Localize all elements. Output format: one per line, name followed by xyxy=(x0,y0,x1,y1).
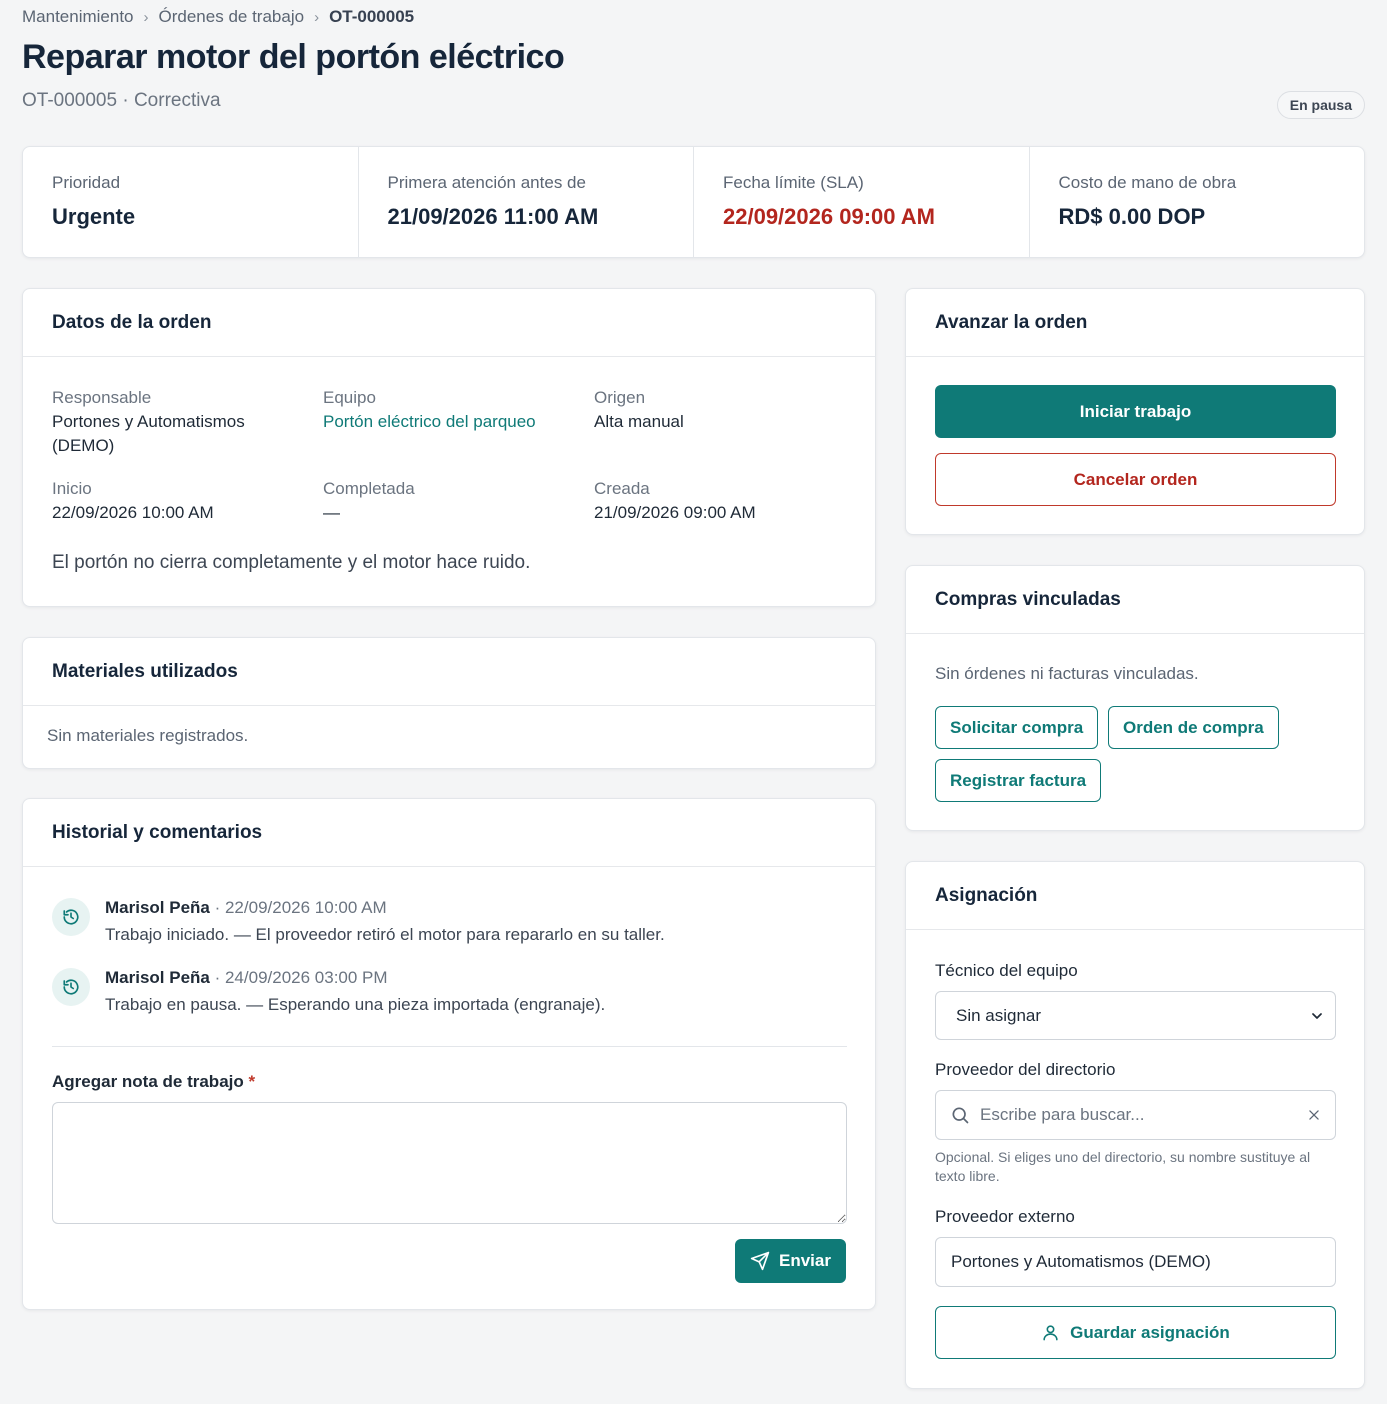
card-title: Avanzar la orden xyxy=(906,289,1364,357)
divider xyxy=(52,1046,847,1047)
proveedor-ext-label: Proveedor externo xyxy=(935,1207,1075,1226)
entry-date: · 22/09/2026 10:00 AM xyxy=(209,898,387,917)
field-label: Origen xyxy=(594,388,646,407)
linked-purchases-card: Compras vinculadas Sin órdenes ni factur… xyxy=(905,565,1365,831)
entry-author: Marisol Peña xyxy=(105,968,210,987)
stat-costo: Costo de mano de obra RD$ 0.00 DOP xyxy=(1030,147,1365,257)
request-purchase-button[interactable]: Solicitar compra xyxy=(935,706,1099,749)
order-description: El portón no cierra completamente y el m… xyxy=(52,552,531,573)
proveedor-dir-label: Proveedor del directorio xyxy=(935,1060,1116,1079)
field-origen: Origen Alta manual xyxy=(594,386,684,434)
order-details-card: Datos de la orden Responsable Portones y… xyxy=(22,288,876,607)
empty-state: Sin órdenes ni facturas vinculadas. xyxy=(935,664,1199,683)
field-value: (DEMO) xyxy=(52,436,115,455)
field-responsable: Responsable Portones y Automatismos (DEM… xyxy=(52,386,245,458)
chevron-right-icon: › xyxy=(314,8,320,26)
field-label: Completada xyxy=(323,479,415,498)
field-value: Portones y Automatismos xyxy=(52,412,245,431)
purchase-order-button[interactable]: Orden de compra xyxy=(1108,706,1279,749)
assignment-card: Asignación Técnico del equipo Sin asigna… xyxy=(905,861,1365,1389)
history-entry: Marisol Peña · 22/09/2026 10:00 AM Traba… xyxy=(52,896,832,948)
breadcrumb: Mantenimiento › Órdenes de trabajo › OT-… xyxy=(22,6,414,28)
chevron-down-icon xyxy=(1312,1012,1322,1019)
field-label: Equipo xyxy=(323,388,376,407)
card-title: Datos de la orden xyxy=(23,289,875,357)
status-badge: En pausa xyxy=(1276,91,1365,119)
page-title: Reparar motor del portón eléctrico xyxy=(22,38,565,76)
entry-text: Trabajo iniciado. — El proveedor retiró … xyxy=(105,925,665,944)
send-label: Enviar xyxy=(779,1251,831,1270)
advance-order-card: Avanzar la orden Iniciar trabajo Cancela… xyxy=(905,288,1365,535)
field-value: 21/09/2026 09:00 AM xyxy=(594,503,756,522)
tecnico-select[interactable]: Sin asignar xyxy=(935,991,1336,1040)
entry-date: · 24/09/2026 03:00 PM xyxy=(209,968,388,987)
field-label: Creada xyxy=(594,479,650,498)
empty-state: Sin materiales registrados. xyxy=(47,726,249,745)
search-input[interactable] xyxy=(980,1105,1297,1125)
note-label: Agregar nota de trabajo * xyxy=(52,1072,255,1092)
field-completada: Completada — xyxy=(323,477,415,525)
save-assignment-button[interactable]: Guardar asignación xyxy=(935,1306,1336,1359)
field-value: 22/09/2026 10:00 AM xyxy=(52,503,214,522)
field-creada: Creada 21/09/2026 09:00 AM xyxy=(594,477,756,525)
page-subtitle: OT-000005 · Correctiva xyxy=(22,90,221,111)
entry-author: Marisol Peña xyxy=(105,898,210,917)
history-icon xyxy=(52,968,90,1006)
field-equipo: Equipo Portón eléctrico del parqueo xyxy=(323,386,536,434)
field-label: Inicio xyxy=(52,479,92,498)
stat-label: Primera atención antes de xyxy=(387,173,586,192)
helper-text: Opcional. Si eliges uno del directorio, … xyxy=(935,1149,1311,1184)
card-title: Historial y comentarios xyxy=(23,799,875,867)
equipo-link[interactable]: Portón eléctrico del parqueo xyxy=(323,410,536,434)
select-value: Sin asignar xyxy=(956,1005,1042,1025)
start-work-button[interactable]: Iniciar trabajo xyxy=(935,385,1336,438)
field-value: Alta manual xyxy=(594,412,684,431)
card-title: Compras vinculadas xyxy=(906,566,1364,634)
history-icon xyxy=(52,898,90,936)
stat-prioridad: Prioridad Urgente xyxy=(23,147,359,257)
history-entry: Marisol Peña · 24/09/2026 03:00 PM Traba… xyxy=(52,966,832,1018)
save-assignment-label: Guardar asignación xyxy=(1070,1322,1230,1342)
user-icon xyxy=(1043,1325,1058,1341)
stat-fecha-limite: Fecha límite (SLA) 22/09/2026 09:00 AM xyxy=(694,147,1030,257)
close-icon[interactable] xyxy=(1307,1108,1321,1122)
field-value: — xyxy=(323,503,340,522)
field-label: Responsable xyxy=(52,388,152,407)
stat-value: 21/09/2026 11:00 AM xyxy=(387,204,599,229)
tecnico-label: Técnico del equipo xyxy=(935,961,1078,980)
chevron-right-icon: › xyxy=(143,8,149,26)
proveedor-ext-input[interactable]: Portones y Automatismos (DEMO) xyxy=(935,1237,1336,1287)
card-title: Asignación xyxy=(906,862,1364,930)
stat-label: Prioridad xyxy=(52,173,121,192)
proveedor-search xyxy=(935,1090,1336,1140)
breadcrumb-item-ordenes[interactable]: Órdenes de trabajo xyxy=(159,7,305,27)
breadcrumb-item-current: OT-000005 xyxy=(329,7,415,26)
note-textarea[interactable] xyxy=(52,1102,847,1224)
cancel-order-button[interactable]: Cancelar orden xyxy=(935,453,1336,506)
summary-stats: Prioridad Urgente Primera atención antes… xyxy=(22,146,1365,258)
stat-value: 22/09/2026 09:00 AM xyxy=(723,204,935,229)
stat-value: Urgente xyxy=(52,204,136,229)
card-title: Materiales utilizados xyxy=(23,638,875,706)
required-mark: * xyxy=(248,1072,256,1091)
history-card: Historial y comentarios Marisol Peña · 2… xyxy=(22,798,876,1310)
stat-primera-atencion: Primera atención antes de 21/09/2026 11:… xyxy=(359,147,694,257)
breadcrumb-item-mantenimiento[interactable]: Mantenimiento xyxy=(22,7,134,27)
field-inicio: Inicio 22/09/2026 10:00 AM xyxy=(52,477,214,525)
materials-card: Materiales utilizados Sin materiales reg… xyxy=(22,637,876,769)
register-invoice-button[interactable]: Registrar factura xyxy=(935,759,1102,802)
note-label-text: Agregar nota de trabajo xyxy=(52,1072,244,1091)
send-icon xyxy=(750,1251,770,1271)
search-icon xyxy=(952,1107,969,1124)
entry-text: Trabajo en pausa. — Esperando una pieza … xyxy=(105,995,606,1014)
send-button[interactable]: Enviar xyxy=(735,1239,846,1283)
stat-label: Costo de mano de obra xyxy=(1058,173,1237,192)
stat-value: RD$ 0.00 DOP xyxy=(1058,204,1206,229)
stat-label: Fecha límite (SLA) xyxy=(723,173,864,192)
